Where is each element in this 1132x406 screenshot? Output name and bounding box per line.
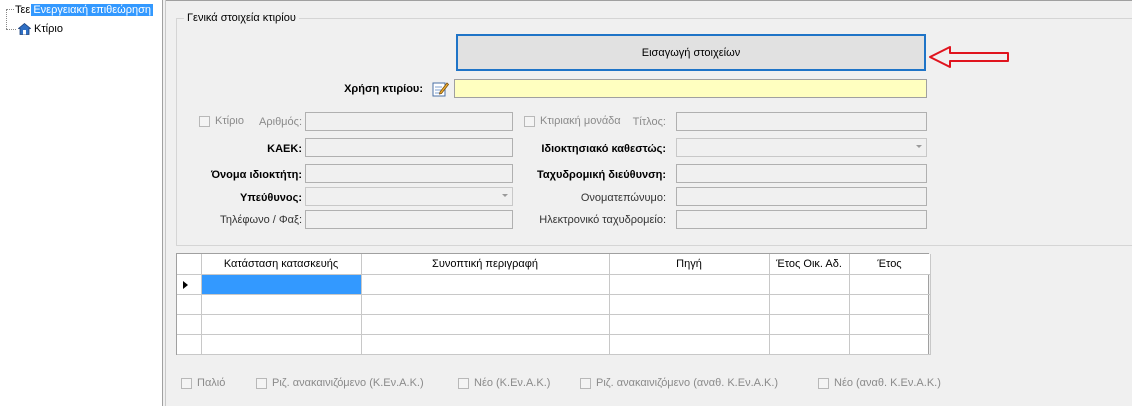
tree-root-label[interactable]: Ενεργειακή επιθεώρηση xyxy=(31,4,154,16)
kaek-label: ΚΑΕΚ: xyxy=(267,143,302,155)
grid-cell[interactable] xyxy=(609,274,770,295)
grid-cell[interactable] xyxy=(201,314,362,335)
grid-cell[interactable] xyxy=(361,294,610,315)
checkbox-box[interactable] xyxy=(524,115,535,127)
unit-checkbox[interactable]: Κτιριακή μονάδα xyxy=(524,115,621,127)
group-title: Γενικά στοιχεία κτιρίου xyxy=(184,12,299,24)
home-icon xyxy=(18,23,31,35)
usage-field[interactable] xyxy=(454,79,927,98)
renovated-revised-checkbox-label: Ριζ. ανακαινιζόμενο (αναθ. Κ.Εν.Α.Κ.) xyxy=(596,377,779,389)
tree-panel: Τεε Ενεργειακή επιθεώρηση Κτίριο xyxy=(0,0,162,406)
grid-cell[interactable] xyxy=(361,314,610,335)
unit-checkbox-label: Κτιριακή μονάδα xyxy=(540,115,621,127)
chevron-down-icon[interactable] xyxy=(502,194,508,197)
ownership-label: Ιδιοκτησιακό καθεστώς: xyxy=(541,143,666,155)
tree-connector xyxy=(6,9,7,29)
number-label: Αριθμός: xyxy=(259,116,302,128)
tree-node-building[interactable]: Κτίριο xyxy=(18,22,63,36)
checkbox-box[interactable] xyxy=(818,377,829,389)
grid-cell[interactable] xyxy=(201,274,362,295)
column-header[interactable]: Έτος Οικ. Αδ. xyxy=(769,254,850,275)
red-arrow-icon xyxy=(929,46,1009,68)
grid-cell[interactable] xyxy=(609,334,770,355)
building-checkbox-label: Κτίριο xyxy=(215,115,244,127)
tree-connector xyxy=(6,29,16,30)
postal-address-field[interactable] xyxy=(676,164,927,183)
grid-cell[interactable] xyxy=(201,334,362,355)
table-row[interactable] xyxy=(177,274,931,295)
new-revised-checkbox-label: Νέο (αναθ. Κ.Εν.Α.Κ.) xyxy=(834,377,941,389)
grid-cell[interactable] xyxy=(849,334,931,355)
chevron-down-icon[interactable] xyxy=(916,145,922,148)
row-header[interactable] xyxy=(177,334,202,355)
fullname-field[interactable] xyxy=(676,187,927,206)
grid-cell[interactable] xyxy=(769,294,850,315)
title-field[interactable] xyxy=(676,112,927,131)
renovated-checkbox-label: Ριζ. ανακαινιζόμενο (Κ.Εν.Α.Κ.) xyxy=(272,377,424,389)
renovated-revised-checkbox[interactable]: Ριζ. ανακαινιζόμενο (αναθ. Κ.Εν.Α.Κ.) xyxy=(580,377,778,389)
grid-cell[interactable] xyxy=(769,274,850,295)
grid-cell[interactable] xyxy=(609,294,770,315)
row-header[interactable] xyxy=(177,274,202,295)
grid-header-row: Κατάσταση κατασκευής Συνοπτική περιγραφή… xyxy=(177,254,931,275)
tree-connector xyxy=(6,9,14,10)
grid-cell[interactable] xyxy=(769,314,850,335)
owner-name-label: Όνομα ιδιοκτήτη: xyxy=(210,169,302,181)
table-row[interactable] xyxy=(177,334,931,355)
email-label: Ηλεκτρονικό ταχυδρομείο: xyxy=(539,214,666,226)
edit-icon[interactable] xyxy=(432,80,449,97)
checkbox-box[interactable] xyxy=(181,377,192,389)
row-header[interactable] xyxy=(177,294,202,315)
tree-node-root[interactable]: Τεε Ενεργειακή επιθεώρηση xyxy=(15,3,154,17)
number-field[interactable] xyxy=(305,112,513,131)
new-checkbox-label: Νέο (Κ.Εν.Α.Κ.) xyxy=(474,377,551,389)
grid-cell[interactable] xyxy=(849,314,931,335)
table-row[interactable] xyxy=(177,314,931,335)
old-checkbox-label: Παλιό xyxy=(197,377,226,389)
table-row[interactable] xyxy=(177,294,931,315)
phone-fax-field[interactable] xyxy=(305,210,513,229)
grid-cell[interactable] xyxy=(609,314,770,335)
import-data-button[interactable]: Εισαγωγή στοιχείων xyxy=(456,34,926,71)
phone-fax-label: Τηλέφωνο / Φαξ: xyxy=(219,214,302,226)
new-checkbox[interactable]: Νέο (Κ.Εν.Α.Κ.) xyxy=(458,377,550,389)
column-header[interactable]: Πηγή xyxy=(609,254,770,275)
checkbox-box[interactable] xyxy=(458,377,469,389)
checkbox-box[interactable] xyxy=(256,377,267,389)
grid-cell[interactable] xyxy=(849,274,931,295)
email-field[interactable] xyxy=(676,210,927,229)
grid-cell[interactable] xyxy=(361,334,610,355)
new-revised-checkbox[interactable]: Νέο (αναθ. Κ.Εν.Α.Κ.) xyxy=(818,377,941,389)
row-header[interactable] xyxy=(177,314,202,335)
responsible-dropdown[interactable] xyxy=(305,187,513,206)
usage-label: Χρήση κτιρίου: xyxy=(344,83,423,95)
title-label: Τίτλος: xyxy=(632,116,666,128)
grid-cell[interactable] xyxy=(769,334,850,355)
grid-row-header-corner xyxy=(177,254,202,275)
building-checkbox[interactable]: Κτίριο xyxy=(199,115,244,127)
tree-root-prefix: Τεε xyxy=(15,4,31,16)
column-header[interactable]: Κατάσταση κατασκευής xyxy=(201,254,362,275)
responsible-label: Υπεύθυνος: xyxy=(240,192,302,204)
ownership-dropdown[interactable] xyxy=(676,138,927,157)
checkbox-box[interactable] xyxy=(580,377,591,389)
grid-cell[interactable] xyxy=(201,294,362,315)
postal-address-label: Ταχυδρομική διεύθυνση: xyxy=(536,169,666,181)
grid-cell[interactable] xyxy=(361,274,610,295)
current-row-arrow-icon xyxy=(183,280,188,289)
column-header[interactable]: Συνοπτική περιγραφή xyxy=(361,254,610,275)
grid-table: Κατάσταση κατασκευής Συνοπτική περιγραφή… xyxy=(177,254,931,355)
renovated-checkbox[interactable]: Ριζ. ανακαινιζόμενο (Κ.Εν.Α.Κ.) xyxy=(256,377,424,389)
grid-cell[interactable] xyxy=(849,294,931,315)
tree-child-label: Κτίριο xyxy=(34,23,63,35)
old-checkbox[interactable]: Παλιό xyxy=(181,377,225,389)
checkbox-box[interactable] xyxy=(199,115,210,127)
construction-status-grid[interactable]: Κατάσταση κατασκευής Συνοπτική περιγραφή… xyxy=(176,253,931,355)
kaek-field[interactable] xyxy=(305,138,513,157)
owner-name-field[interactable] xyxy=(305,164,513,183)
fullname-label: Ονοματεπώνυμο: xyxy=(580,192,666,204)
column-header[interactable]: Έτος xyxy=(849,254,931,275)
